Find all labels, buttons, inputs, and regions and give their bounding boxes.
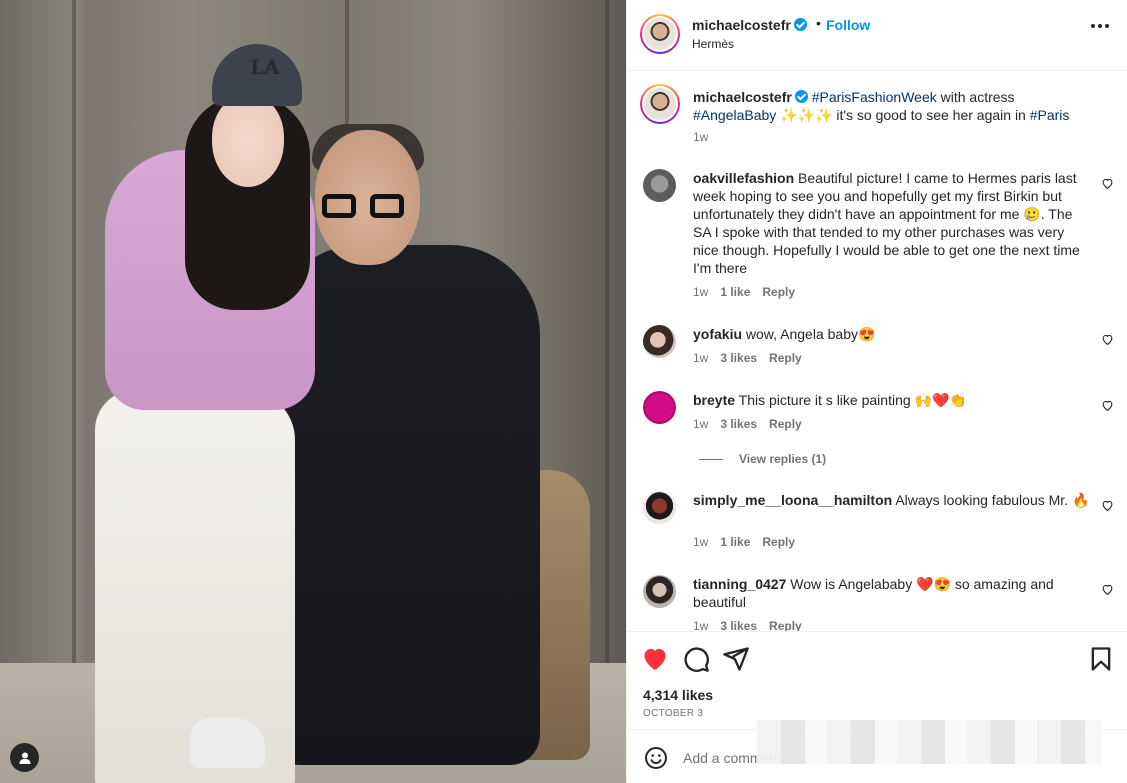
- comment-body: Always looking fabulous Mr. 🔥: [895, 492, 1090, 508]
- comment-meta: 1w 3 likes Reply: [693, 619, 814, 631]
- author-avatar[interactable]: [640, 14, 680, 54]
- emoji-icon[interactable]: [644, 746, 668, 770]
- header-separator: •: [816, 15, 821, 31]
- comment-body: wow, Angela baby😍: [745, 326, 876, 342]
- bookmark-icon[interactable]: [1087, 645, 1115, 673]
- commenter-avatar[interactable]: [643, 575, 676, 608]
- comment-meta: 1w 3 likes Reply: [693, 351, 814, 365]
- comment-time[interactable]: 1w: [693, 285, 708, 299]
- like-comment-heart-icon[interactable]: [1101, 399, 1114, 412]
- author-username-text[interactable]: michaelcostefr: [692, 17, 791, 33]
- comment-body: This picture it s like painting 🙌❤️👏: [738, 392, 967, 408]
- like-comment-heart-icon[interactable]: [1101, 499, 1114, 512]
- comment-time[interactable]: 1w: [693, 351, 708, 365]
- comment-meta: 1w 3 likes Reply: [693, 417, 814, 431]
- like-comment-heart-icon[interactable]: [1101, 583, 1114, 596]
- comment-text: simply_me__loona__hamilton Always lookin…: [693, 491, 1093, 509]
- comment-likes[interactable]: 1 like: [720, 285, 750, 299]
- post-header: michaelcostefr • Follow Hermès: [627, 0, 1127, 71]
- blurred-region: [757, 720, 1102, 764]
- comment-likes[interactable]: 1 like: [720, 535, 750, 549]
- comment-likes[interactable]: 3 likes: [720, 417, 757, 431]
- commenter-username[interactable]: tianning_0427: [693, 576, 786, 592]
- hashtag-link[interactable]: #Paris: [1030, 107, 1070, 123]
- commenter-avatar[interactable]: [643, 491, 676, 524]
- caption-fragment: ✨✨✨ it's so good to see her again in: [776, 107, 1030, 123]
- comment-likes[interactable]: 3 likes: [720, 351, 757, 365]
- post-sidebar: michaelcostefr • Follow Hermès michaelco…: [626, 0, 1127, 783]
- paper-plane-icon[interactable]: [722, 645, 750, 673]
- hashtag-link[interactable]: #ParisFashionWeek: [812, 89, 937, 105]
- comment-time[interactable]: 1w: [693, 619, 708, 631]
- like-comment-heart-icon[interactable]: [1101, 333, 1114, 346]
- post-actions: 4,314 likes OCTOBER 3: [627, 631, 1127, 783]
- commenter-avatar[interactable]: [643, 169, 676, 202]
- reply-button[interactable]: Reply: [769, 351, 802, 365]
- caption-text: michaelcostefr #ParisFashionWeek with ac…: [693, 88, 1088, 124]
- comment-bubble-icon[interactable]: [682, 645, 710, 673]
- post-photo[interactable]: LA: [0, 0, 626, 783]
- comments-list[interactable]: michaelcostefr #ParisFashionWeek with ac…: [627, 71, 1127, 631]
- comment-time[interactable]: 1w: [693, 417, 708, 431]
- caption-meta: 1w: [693, 130, 720, 144]
- caption-time[interactable]: 1w: [693, 130, 708, 144]
- heart-filled-icon[interactable]: [641, 645, 669, 673]
- view-replies-button[interactable]: View replies (1): [699, 452, 826, 466]
- comment-time[interactable]: 1w: [693, 535, 708, 549]
- comment-text: tianning_0427 Wow is Angelababy ❤️😍 so a…: [693, 575, 1088, 611]
- reply-button[interactable]: Reply: [762, 535, 795, 549]
- follow-button[interactable]: Follow: [826, 17, 870, 33]
- comment-likes[interactable]: 3 likes: [720, 619, 757, 631]
- commenter-avatar[interactable]: [643, 325, 676, 358]
- commenter-username[interactable]: breyte: [693, 392, 735, 408]
- user-tag-icon: [19, 752, 30, 764]
- add-comment-row: [627, 720, 1127, 783]
- comment-meta: 1w 1 like Reply: [693, 285, 807, 299]
- like-count[interactable]: 4,314 likes: [643, 687, 713, 703]
- comment-meta: 1w 1 like Reply: [693, 535, 807, 549]
- commenter-avatar[interactable]: [643, 391, 676, 424]
- photo-woman-shoe: [190, 718, 265, 768]
- like-comment-heart-icon[interactable]: [1101, 177, 1114, 190]
- more-options-button[interactable]: [1091, 24, 1109, 28]
- comment-text: breyte This picture it s like painting 🙌…: [693, 391, 1088, 409]
- user-tag-button[interactable]: [10, 743, 39, 772]
- reply-button[interactable]: Reply: [762, 285, 795, 299]
- caption-avatar[interactable]: [640, 84, 680, 124]
- photo-man-glasses: [322, 194, 404, 220]
- post-date[interactable]: OCTOBER 3: [643, 708, 703, 719]
- commenter-username[interactable]: yofakiu: [693, 326, 742, 342]
- comment-text: oakvillefashion Beautiful picture! I cam…: [693, 169, 1093, 277]
- post-location[interactable]: Hermès: [692, 37, 734, 51]
- cap-logo: LA: [250, 55, 280, 79]
- caption-username[interactable]: michaelcostefr: [693, 89, 792, 105]
- hashtag-link[interactable]: #AngelaBaby: [693, 107, 776, 123]
- more-horizontal-icon: [1091, 24, 1095, 28]
- commenter-username[interactable]: simply_me__loona__hamilton: [693, 492, 892, 508]
- comment-text: yofakiu wow, Angela baby😍: [693, 325, 1088, 343]
- reply-button[interactable]: Reply: [769, 619, 802, 631]
- commenter-username[interactable]: oakvillefashion: [693, 170, 794, 186]
- verified-badge-icon: [794, 90, 808, 103]
- verified-badge-icon: [793, 18, 807, 31]
- caption-fragment: with actress: [936, 89, 1015, 105]
- photo-woman-face: [212, 95, 284, 187]
- reply-button[interactable]: Reply: [769, 417, 802, 431]
- author-username[interactable]: michaelcostefr: [692, 17, 807, 33]
